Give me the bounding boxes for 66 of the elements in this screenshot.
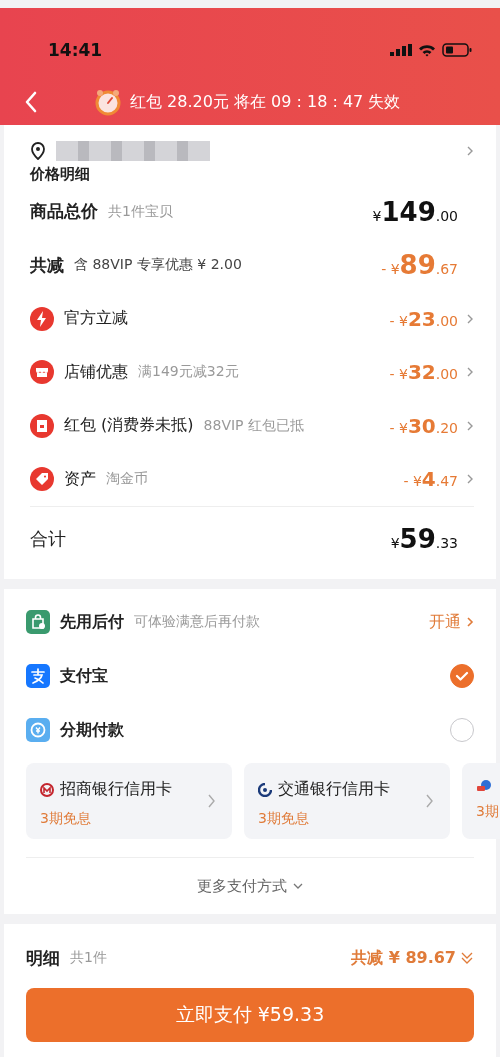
price-note: 88VIP 红包已抵 <box>203 416 304 435</box>
alipay-icon <box>26 664 50 688</box>
chevron-right-icon <box>207 793 216 809</box>
price-note: 满149元减32元 <box>138 363 239 382</box>
payment-note: 可体验满意后再付款 <box>134 613 260 631</box>
price-label: 资产 <box>64 468 96 490</box>
discount-total: 共减 ¥ 89.67 <box>351 947 456 969</box>
alarm-clock-icon <box>94 88 122 116</box>
total-amount: ¥59.33 <box>390 524 458 554</box>
chevron-right-icon <box>425 793 434 809</box>
tag-icon <box>30 467 54 492</box>
item-count: 共1件 <box>70 949 107 967</box>
activate-link[interactable]: 开通 <box>429 611 474 633</box>
price-note: 淘金币 <box>106 470 148 489</box>
chevron-right-icon[interactable] <box>466 419 474 432</box>
payment-method-label: 分期付款 <box>60 719 124 741</box>
total-label: 合计 <box>30 527 66 551</box>
price-amount: - ¥4.47 <box>403 467 458 492</box>
back-icon[interactable] <box>24 91 38 113</box>
price-amount: - ¥89.67 <box>381 250 458 281</box>
bank-logo-icon <box>476 779 492 793</box>
bank-card-option[interactable]: 招商银行信用卡 3期免息 <box>26 763 232 839</box>
bank-card-name: 交通银行信用卡 <box>278 779 390 800</box>
bank-logo-icon <box>258 782 272 797</box>
payment-method-label: 支付宝 <box>60 665 108 687</box>
price-amount: - ¥32.00 <box>389 360 458 385</box>
interest-free-label: 3期免息 <box>258 810 310 828</box>
chevron-down-icon <box>293 882 303 890</box>
price-label: 共减 <box>30 253 64 277</box>
price-note: 含 88VIP 专享优惠 ¥ 2.00 <box>74 256 242 275</box>
check-icon <box>455 671 469 681</box>
location-pin-icon <box>30 142 46 160</box>
shopping-bag-icon <box>26 610 50 634</box>
price-amount: - ¥30.20 <box>389 413 458 438</box>
price-note: 共1件宝贝 <box>108 202 173 221</box>
details-label: 明细 <box>26 946 60 970</box>
chevron-right-icon <box>466 616 474 628</box>
radio-button[interactable] <box>450 664 474 688</box>
price-amount: - ¥23.00 <box>389 306 458 331</box>
signal-icon <box>390 44 412 56</box>
chevron-right-icon[interactable] <box>466 312 474 325</box>
installment-icon <box>26 718 50 742</box>
more-payment-methods[interactable]: 更多支付方式 <box>26 858 474 914</box>
price-label: 官方立减 <box>64 308 128 330</box>
double-chevron-down-icon[interactable] <box>460 951 474 965</box>
chevron-right-icon[interactable] <box>466 366 474 379</box>
interest-free-label: 3期免息 <box>40 810 92 828</box>
status-time: 14:41 <box>48 40 104 60</box>
price-label: 商品总价 <box>30 200 98 224</box>
price-label: 店铺优惠 <box>64 361 128 383</box>
price-label: 红包 (消费券未抵) <box>64 415 194 437</box>
battery-icon <box>442 43 472 57</box>
price-amount: ¥149.00 <box>372 196 458 227</box>
coupon-expiry-notice: 红包 28.20元 将在 09 : 18 : 47 失效 <box>130 91 401 113</box>
bank-logo-icon <box>40 782 54 797</box>
lightning-icon <box>30 306 54 331</box>
bank-card-option[interactable]: 交通银行信用卡 3期免息 <box>244 763 450 839</box>
chevron-right-icon[interactable] <box>466 145 474 157</box>
payment-method-label: 先用后付 <box>60 611 124 633</box>
section-title: 价格明细 <box>30 165 91 183</box>
envelope-icon <box>30 413 54 438</box>
chevron-right-icon[interactable] <box>466 473 474 486</box>
interest-free-label: 3期 <box>476 803 500 821</box>
wifi-icon <box>418 43 436 57</box>
store-icon <box>30 360 54 385</box>
bank-card-name: 招商银行信用卡 <box>60 779 172 800</box>
